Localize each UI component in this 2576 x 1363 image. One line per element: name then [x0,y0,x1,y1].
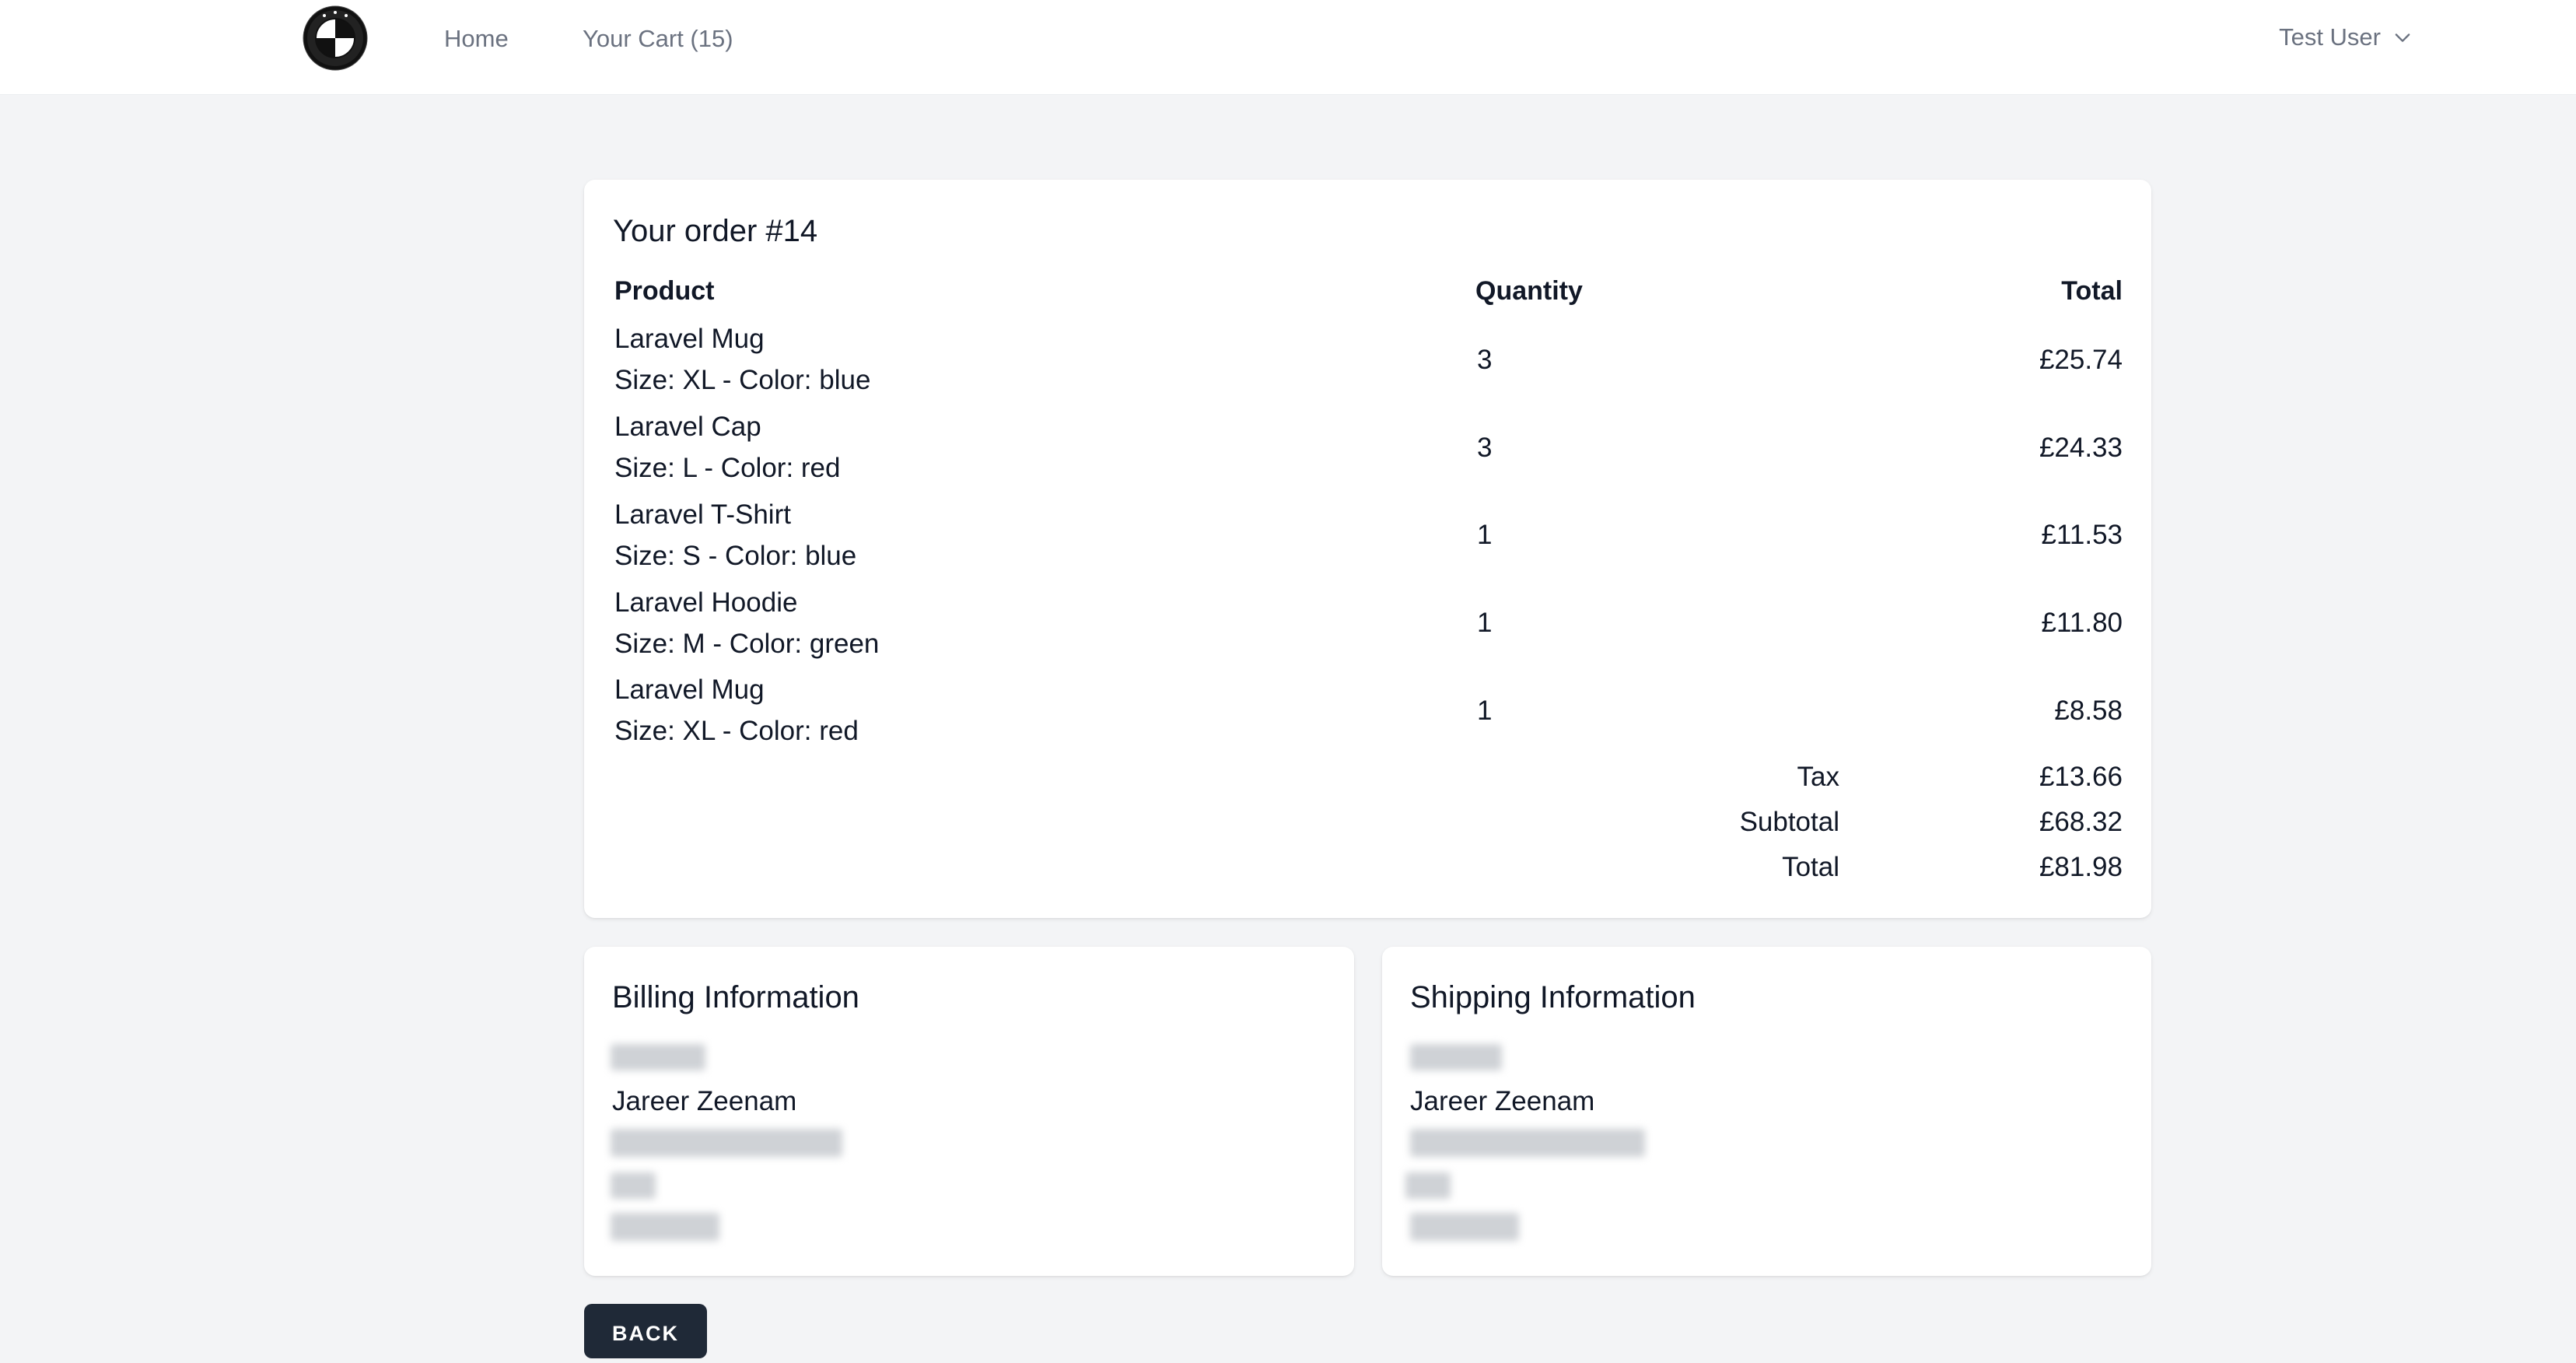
item-total: £25.74 [2039,345,2123,375]
item-total: £8.58 [2054,696,2123,726]
redacted-field [1405,1172,1451,1199]
item-name: Laravel Mug [614,674,765,705]
item-quantity: 3 [1477,345,1493,375]
back-button[interactable]: BACK [584,1304,707,1358]
nav-cart-link[interactable]: Your Cart (15) [583,23,733,54]
redacted-field [1410,1129,1645,1157]
billing-name: Jareer Zeenam [612,1086,797,1116]
item-total: £11.80 [2041,608,2123,638]
user-name: Test User [2279,23,2381,51]
shipping-card: Shipping Information Jareer Zeenam [1382,947,2151,1276]
item-name: Laravel Hoodie [614,587,798,618]
item-variant: Size: XL - Color: red [614,716,859,746]
order-title: Your order #14 [613,214,818,248]
order-total-value: £81.98 [2039,852,2123,882]
billing-title: Billing Information [612,980,859,1014]
user-menu[interactable]: Test User [2279,22,2413,53]
item-total: £24.33 [2039,433,2123,463]
tax-value: £13.66 [2039,762,2123,792]
item-name: Laravel Cap [614,412,761,442]
item-variant: Size: M - Color: green [614,629,880,659]
nav-home-link[interactable]: Home [444,23,509,54]
column-header-total: Total [2061,276,2123,306]
redacted-field [611,1129,842,1157]
column-header-product: Product [614,276,715,306]
redacted-field [611,1044,705,1070]
item-quantity: 1 [1477,696,1493,726]
tax-label: Tax [1797,762,1839,792]
order-total-label: Total [1782,852,1839,882]
item-variant: Size: S - Color: blue [614,541,857,571]
column-header-quantity: Quantity [1475,276,1583,306]
subtotal-label: Subtotal [1739,807,1839,837]
billing-card: Billing Information Jareer Zeenam [584,947,1354,1276]
chevron-down-icon [2395,33,2410,42]
redacted-field [611,1213,719,1241]
item-variant: Size: XL - Color: blue [614,365,871,395]
bmw-logo-icon [303,5,368,71]
redacted-field [611,1172,656,1199]
redacted-field [1410,1044,1502,1070]
redacted-field [1410,1213,1519,1241]
item-variant: Size: L - Color: red [614,453,841,483]
top-navigation: Home Your Cart (15) Test User [0,0,2576,95]
item-name: Laravel Mug [614,324,765,354]
item-quantity: 1 [1477,608,1493,638]
shipping-name: Jareer Zeenam [1410,1086,1595,1116]
item-total: £11.53 [2041,520,2123,550]
subtotal-value: £68.32 [2039,807,2123,837]
item-quantity: 3 [1477,433,1493,463]
item-quantity: 1 [1477,520,1493,550]
item-name: Laravel T-Shirt [614,499,791,530]
bmw-logo[interactable] [303,5,368,71]
shipping-title: Shipping Information [1410,980,1696,1014]
